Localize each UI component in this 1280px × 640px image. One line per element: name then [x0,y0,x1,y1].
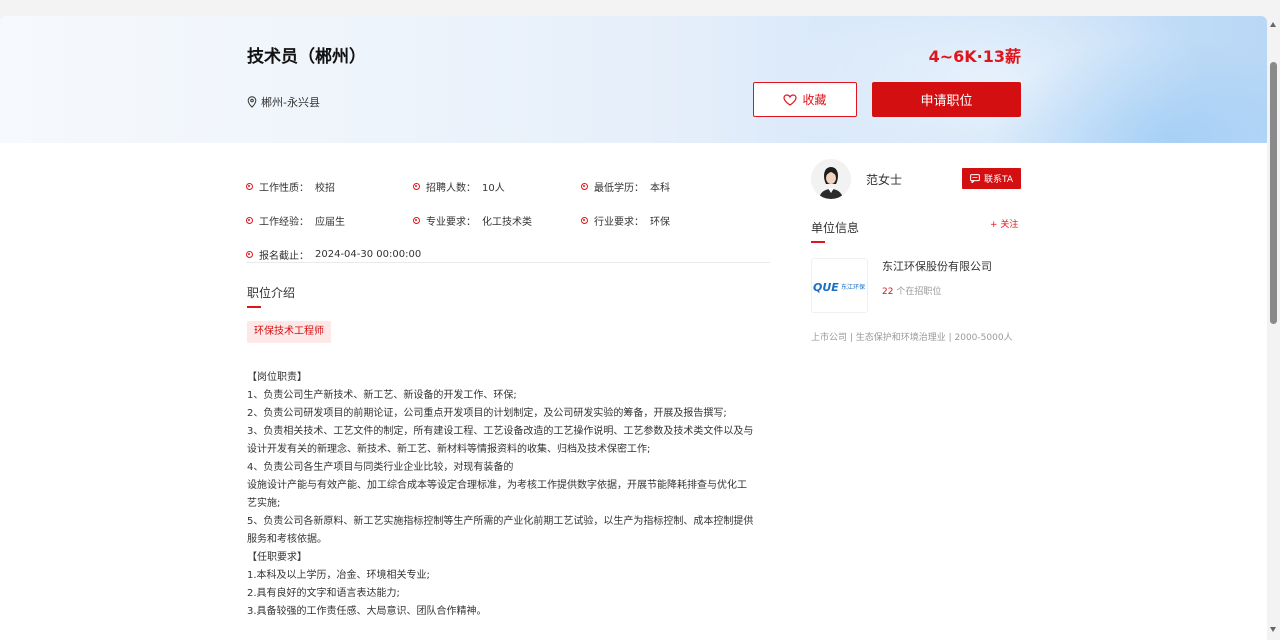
attribute-key: 最低学历： [594,183,644,194]
job-location: 郴州-永兴县 [247,94,320,110]
bullet-icon [581,217,588,224]
top-strip [0,0,1280,16]
description-line: 1.本科及以上学历，冶金、环境相关专业; [247,570,430,581]
description-line: 【岗位职责】 [247,372,307,383]
location-text: 郴州-永兴县 [261,96,320,109]
favorite-label: 收藏 [802,93,827,107]
scroll-down-icon[interactable] [1270,627,1276,632]
company-meta: 上市公司 | 生态保护和环境治理业 | 2000-5000人 [811,333,1013,343]
job-title: 技术员（郴州） [247,47,366,67]
contact-label: 联系TA [984,175,1013,185]
description-line: 2.具有良好的文字和语言表达能力; [247,588,400,599]
attribute-value: 应届生 [315,217,345,228]
section-title-intro: 职位介绍 [247,284,296,308]
bullet-icon [413,183,420,190]
bullet-icon [246,251,253,258]
attribute-value: 2024-04-30 00:00:00 [315,249,422,260]
chat-icon [970,174,980,183]
attribute-value: 环保 [650,217,670,228]
description-line: 艺实施; [247,498,281,509]
recruiter-name: 范女士 [866,173,903,187]
description-line: 4、负责公司各生产项目与同类行业企业比较，对现有装备的 [247,462,514,473]
job-attribute: 报名截止： 2024-04-30 00:00:00 [246,247,421,262]
attribute-value: 本科 [650,183,670,194]
attribute-key: 工作性质： [259,183,309,194]
divider [246,262,770,263]
job-description: 【岗位职责】 1、负责公司生产新技术、新工艺、新设备的开发工作、环保; 2、负责公司… [247,369,777,621]
attribute-key: 行业要求： [594,217,644,228]
job-attribute: 行业要求： 环保 [581,213,670,228]
attribute-value: 校招 [315,183,335,194]
favorite-button[interactable]: 收藏 [753,82,857,117]
description-line: 设施设计产能与有效产能、加工综合成本等设定合理标准，为考核工作提供数字依据，开展… [247,480,747,491]
attribute-key: 报名截止： [259,251,309,262]
salary: 4~6K·13薪 [928,47,1021,66]
scrollbar[interactable] [1267,16,1280,640]
description-line: 【任职要求】 [247,552,307,563]
bullet-icon [246,183,253,190]
follow-button[interactable]: + 关注 [990,217,1018,230]
description-line: 1、负责公司生产新技术、新工艺、新设备的开发工作、环保; [247,390,517,401]
company-logo[interactable]: QUE 东江环保 [811,258,868,313]
scrollbar-thumb[interactable] [1270,62,1277,324]
location-pin-icon [247,96,257,108]
intro-title-text: 职位介绍 [247,286,296,300]
description-line: 2、负责公司研发项目的前期论证，公司重点开发项目的计划制定，及公司研发实验的筹备… [247,408,727,419]
jobs-suffix: 个在招职位 [893,287,942,297]
attribute-key: 招聘人数： [426,183,476,194]
description-line: 5、负责公司各新原料、新工艺实施指标控制等生产所需的产业化前期工艺试验，以生产为… [247,516,754,527]
job-header: 技术员（郴州） 4~6K·13薪 郴州-永兴县 收藏 申请职位 [0,16,1267,143]
section-title-company: 单位信息 [811,219,860,243]
attribute-key: 工作经验： [259,217,309,228]
attribute-key: 专业要求： [426,217,476,228]
scroll-up-icon[interactable] [1270,22,1276,27]
contact-button[interactable]: 联系TA [962,168,1021,189]
description-line: 服务和考核依据。 [247,534,327,545]
apply-button[interactable]: 申请职位 [872,82,1021,117]
avatar [811,159,851,199]
jobs-count: 22 [882,287,894,297]
company-jobs-count[interactable]: 22 个在招职位 [882,284,941,297]
logo-text: QUE [813,281,839,294]
company-title-text: 单位信息 [811,221,860,235]
job-tag: 环保技术工程师 [247,321,331,343]
description-line: 3.具备较强的工作责任感、大局意识、团队合作精神。 [247,606,487,617]
job-attribute: 专业要求： 化工技术类 [413,213,532,228]
description-line: 设计开发有关的新理念、新技术、新工艺、新材料等情报资料的收集、归档及技术保密工作… [247,444,651,455]
attribute-value: 10人 [482,183,505,194]
bullet-icon [581,183,588,190]
job-attribute: 最低学历： 本科 [581,179,670,194]
bullet-icon [413,217,420,224]
job-detail-card: 技术员（郴州） 4~6K·13薪 郴州-永兴县 收藏 申请职位 工作性质： 校招 招… [0,16,1267,640]
company-name[interactable]: 东江环保股份有限公司 [882,258,992,274]
heart-icon [783,93,798,106]
job-attribute: 工作性质： 校招 [246,179,335,194]
attribute-value: 化工技术类 [482,217,532,228]
logo-sub: 东江环保 [841,283,865,291]
bullet-icon [246,217,253,224]
description-line: 3、负责相关技术、工艺文件的制定，所有建设工程、工艺设备改造的工艺操作说明、工艺… [247,426,754,437]
job-attribute: 招聘人数： 10人 [413,179,505,194]
job-attribute: 工作经验： 应届生 [246,213,345,228]
